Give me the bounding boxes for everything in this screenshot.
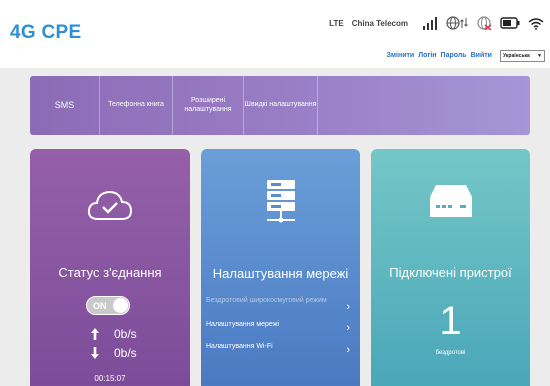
logo: 4G CPE [10,22,82,43]
network-link-wifi-settings[interactable]: Налаштування Wi-Fi › [206,343,354,357]
network-mode: LTE [329,18,344,28]
network-settings-card: Налаштування мережі Бездротовий широкосм… [201,149,360,386]
password-link[interactable]: Пароль [441,52,467,59]
main-menu: SMS Телефонна книга Розширені налаштуван… [30,76,530,135]
language-select[interactable]: Українська ▼ [500,50,545,62]
chevron-right-icon: › [346,322,350,334]
upload-value: 0b/s [114,327,137,341]
connection-status-card: Статус з'єднання ON 0b/s 0b/s 00:15:07 [30,149,190,386]
device-count: 1 [439,299,462,343]
language-value: Українська [503,53,530,59]
connection-duration: 00:15:07 [94,374,126,383]
toggle-label: ON [93,301,107,311]
menu-item-phonebook[interactable]: Телефонна книга [100,76,173,135]
upload-arrow-icon [91,328,99,340]
network-link-label: Налаштування мережі [206,321,279,328]
logout-link[interactable]: Вийти [471,52,492,59]
server-icon [261,179,301,230]
connected-devices-title: Підключені пристрої [389,265,512,280]
status-bar: LTE China Telecom [329,10,544,36]
device-count-label: бездротові [435,350,466,356]
operator-name: China Telecom [351,18,408,28]
toggle-knob [113,298,128,313]
connection-toggle[interactable]: ON [86,296,130,315]
menu-item-sms[interactable]: SMS [30,76,100,135]
wifi-icon [528,16,544,30]
connected-devices-card[interactable]: Підключені пристрої 1 бездротові [371,149,530,386]
cloud-check-icon [86,189,134,228]
menu-item-advanced-settings[interactable]: Розширені налаштування [173,76,244,135]
download-arrow-icon [91,347,99,359]
connection-status-title: Статус з'єднання [58,265,162,280]
network-settings-title: Налаштування мережі [212,266,349,281]
network-link-label: Налаштування Wi-Fi [206,343,273,350]
download-rate: 0b/s [90,346,137,360]
upload-rate: 0b/s [90,327,137,341]
chevron-right-icon: › [346,344,350,356]
router-device-icon [428,183,474,224]
network-link-label: Бездротовий широкосмуговий режим [206,297,327,304]
download-value: 0b/s [114,346,137,360]
login-link[interactable]: Логін [418,52,436,59]
network-link-network-settings[interactable]: Налаштування мережі › [206,321,354,335]
header: 4G CPE LTE China Telecom Змінити Логін П… [0,0,550,68]
account-links: Змінити Логін Пароль Вийти [386,52,492,59]
chevron-right-icon: › [346,301,350,313]
change-link[interactable]: Змінити [386,52,414,59]
chevron-down-icon: ▼ [537,53,542,59]
network-link-wireless-broadband[interactable]: Бездротовий широкосмуговий режим › [206,297,354,317]
internet-globe-icon [446,16,468,30]
battery-icon [500,17,520,29]
menu-item-quick-settings[interactable]: Швидкі налаштування [244,76,318,135]
roaming-disabled-icon [476,16,492,30]
signal-strength-icon [422,16,438,30]
